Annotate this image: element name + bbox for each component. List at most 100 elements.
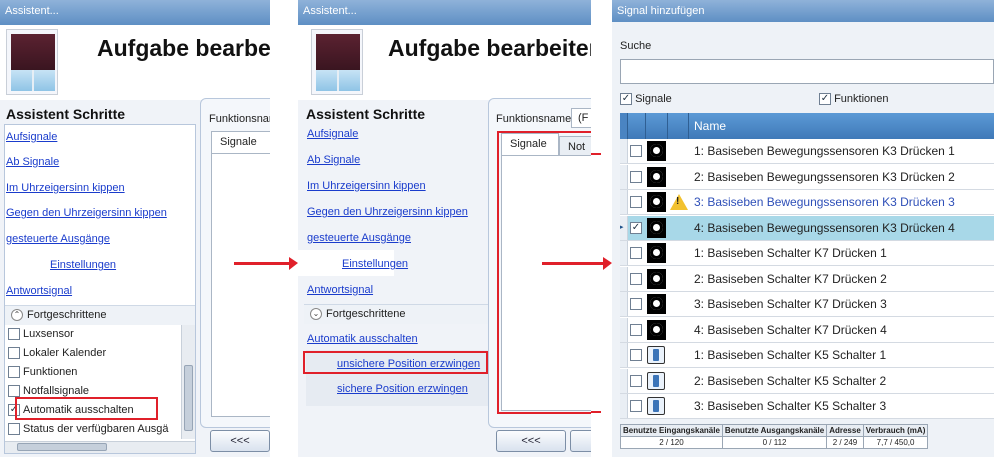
row-name: 2: Basiseben Schalter K7 Drücken 2	[694, 271, 887, 286]
table-row[interactable]: ! 3: Basiseben Bewegungssensoren K3 Drück…	[620, 190, 994, 215]
checkbox-icon[interactable]	[630, 247, 642, 259]
signals-grid: Name 1: Basiseben Bewegungssensoren K3 D…	[620, 113, 994, 419]
back-button[interactable]: <<<	[496, 430, 566, 452]
sensor-icon	[647, 217, 666, 238]
row-header[interactable]	[620, 317, 628, 342]
checkbox-icon[interactable]	[630, 272, 642, 285]
sensor-icon	[647, 268, 666, 289]
steps-title: Assistent Schritte	[6, 106, 126, 122]
row-header[interactable]	[620, 139, 628, 163]
table-row[interactable]: 1: Basiseben Schalter K5 Schalter 1	[620, 343, 994, 368]
table-row[interactable]: 2: Basiseben Schalter K7 Drücken 2	[620, 266, 994, 292]
row-name: 2: Basiseben Bewegungssensoren K3 Drücke…	[694, 169, 955, 184]
tab-signale[interactable]: Signale	[211, 131, 270, 153]
step-link-gegen-uhrzeigersinn[interactable]: Gegen den Uhrzeigersinn kippen	[6, 207, 167, 219]
row-header[interactable]	[620, 394, 628, 418]
checkmark-icon[interactable]: ✓	[630, 221, 642, 234]
search-label: Suche	[620, 40, 652, 52]
row-pointer-icon[interactable]: ▸	[620, 215, 628, 240]
checkbox-icon[interactable]	[630, 349, 642, 361]
step-link-uhrzeigersinn[interactable]: Im Uhrzeigersinn kippen	[307, 180, 426, 192]
checkbox-status-ausgaenge[interactable]: Status der verfügbaren Ausgä	[8, 423, 169, 436]
roller-blind-icon	[6, 29, 58, 95]
page-title: Aufgabe bearbei	[97, 35, 270, 61]
checkbox-lokaler-kalender[interactable]: Lokaler Kalender	[8, 347, 106, 360]
table-row[interactable]: 4: Basiseben Schalter K7 Drücken 4	[620, 317, 994, 343]
stat-header-consumption: Verbrauch (mA)	[862, 424, 929, 437]
checkbox-icon[interactable]	[630, 145, 642, 157]
step-link-ab-signale[interactable]: Ab Signale	[307, 154, 360, 166]
step-link-einstellungen[interactable]: Einstellungen	[50, 259, 116, 271]
checkbox-icon[interactable]	[630, 196, 642, 208]
checkbox-icon[interactable]	[630, 170, 642, 183]
window-title: Assistent...	[298, 0, 591, 25]
checkbox-icon[interactable]	[630, 323, 642, 336]
step-link-aufsignale[interactable]: Aufsignale	[6, 131, 57, 143]
signals-list	[211, 153, 270, 417]
checkbox-icon[interactable]	[630, 374, 642, 387]
checkbox-icon[interactable]	[8, 366, 20, 379]
table-row[interactable]: 2: Basiseben Schalter K5 Schalter 2	[620, 368, 994, 394]
checkmark-icon[interactable]: ✓	[620, 93, 632, 106]
checkbox-icon[interactable]	[630, 298, 642, 310]
checkbox-funktionen[interactable]: Funktionen	[8, 366, 77, 379]
step-link-antwortsignal[interactable]: Antwortsignal	[307, 284, 373, 296]
step-link-einstellungen[interactable]: Einstellungen	[342, 258, 408, 270]
row-header[interactable]	[620, 190, 628, 214]
function-name-input[interactable]: (F	[571, 108, 591, 128]
row-header[interactable]	[620, 241, 628, 265]
row-name: 2: Basiseben Schalter K5 Schalter 2	[694, 373, 887, 388]
filter-functions[interactable]: ✓ Funktionen	[819, 93, 889, 106]
scrollbar-thumb[interactable]	[184, 365, 193, 431]
row-header[interactable]	[620, 164, 628, 189]
advanced-section-header[interactable]: ⌃ Fortgeschrittene	[5, 305, 195, 325]
advanced-section-header[interactable]: ⌄ Fortgeschrittene	[304, 304, 491, 324]
sensor-icon	[647, 294, 666, 314]
expand-icon[interactable]: ⌄	[310, 308, 322, 321]
sensor-icon	[647, 319, 666, 340]
checkbox-icon[interactable]	[8, 385, 20, 398]
table-row[interactable]: ▸ ✓ 4: Basiseben Bewegungssensoren K3 Drüc…	[620, 215, 994, 241]
step-link-gesteuerte-ausgaenge[interactable]: gesteuerte Ausgänge	[307, 232, 411, 244]
advanced-scrollbar[interactable]	[181, 325, 195, 439]
switch-icon	[647, 346, 665, 364]
sensor-icon	[647, 166, 666, 187]
horizontal-scrollbar[interactable]	[5, 441, 195, 453]
row-name: 3: Basiseben Schalter K5 Schalter 3	[694, 399, 887, 413]
checkmark-icon[interactable]: ✓	[819, 93, 831, 106]
checkbox-luxsensor[interactable]: Luxsensor	[8, 328, 74, 341]
step-link-antwortsignal[interactable]: Antwortsignal	[6, 285, 72, 297]
row-header[interactable]	[620, 343, 628, 367]
step-link-gegen-uhrzeigersinn[interactable]: Gegen den Uhrzeigersinn kippen	[307, 206, 468, 218]
header-area: Aufgabe bearbeiten	[298, 25, 591, 100]
row-header[interactable]	[620, 266, 628, 291]
back-button[interactable]: <<<	[210, 430, 270, 452]
table-row[interactable]: 2: Basiseben Bewegungssensoren K3 Drücke…	[620, 164, 994, 190]
checkbox-icon[interactable]	[8, 328, 20, 341]
table-row[interactable]: 1: Basiseben Bewegungssensoren K3 Drücke…	[620, 139, 994, 164]
search-input[interactable]	[620, 59, 994, 84]
filter-signals[interactable]: ✓ Signale	[620, 93, 672, 106]
next-button[interactable]	[570, 430, 591, 452]
collapse-icon[interactable]: ⌃	[11, 309, 23, 322]
row-header[interactable]	[620, 292, 628, 316]
table-row[interactable]: 3: Basiseben Schalter K5 Schalter 3	[620, 394, 994, 419]
checkbox-icon[interactable]	[8, 347, 20, 360]
sensor-icon	[647, 243, 666, 263]
column-name-header[interactable]: Name	[694, 113, 726, 139]
checkbox-icon[interactable]	[630, 400, 642, 412]
link-automatik-ausschalten[interactable]: Automatik ausschalten	[307, 333, 418, 345]
table-row[interactable]: 3: Basiseben Schalter K7 Drücken 3	[620, 292, 994, 317]
checkbox-notfallsignale[interactable]: Notfallsignale	[8, 385, 89, 398]
step-link-ab-signale[interactable]: Ab Signale	[6, 156, 59, 168]
row-name: 1: Basiseben Schalter K7 Drücken 1	[694, 246, 887, 260]
table-row[interactable]: 1: Basiseben Schalter K7 Drücken 1	[620, 241, 994, 266]
step-link-aufsignale[interactable]: Aufsignale	[307, 128, 358, 140]
row-header[interactable]	[620, 368, 628, 393]
checkbox-icon[interactable]	[8, 423, 20, 436]
highlight-unsichere-position	[303, 351, 488, 374]
step-link-gesteuerte-ausgaenge[interactable]: gesteuerte Ausgänge	[6, 233, 110, 245]
step-link-uhrzeigersinn[interactable]: Im Uhrzeigersinn kippen	[6, 182, 125, 194]
header-area: Aufgabe bearbei	[0, 25, 270, 100]
link-sichere-position[interactable]: sichere Position erzwingen	[337, 383, 468, 395]
